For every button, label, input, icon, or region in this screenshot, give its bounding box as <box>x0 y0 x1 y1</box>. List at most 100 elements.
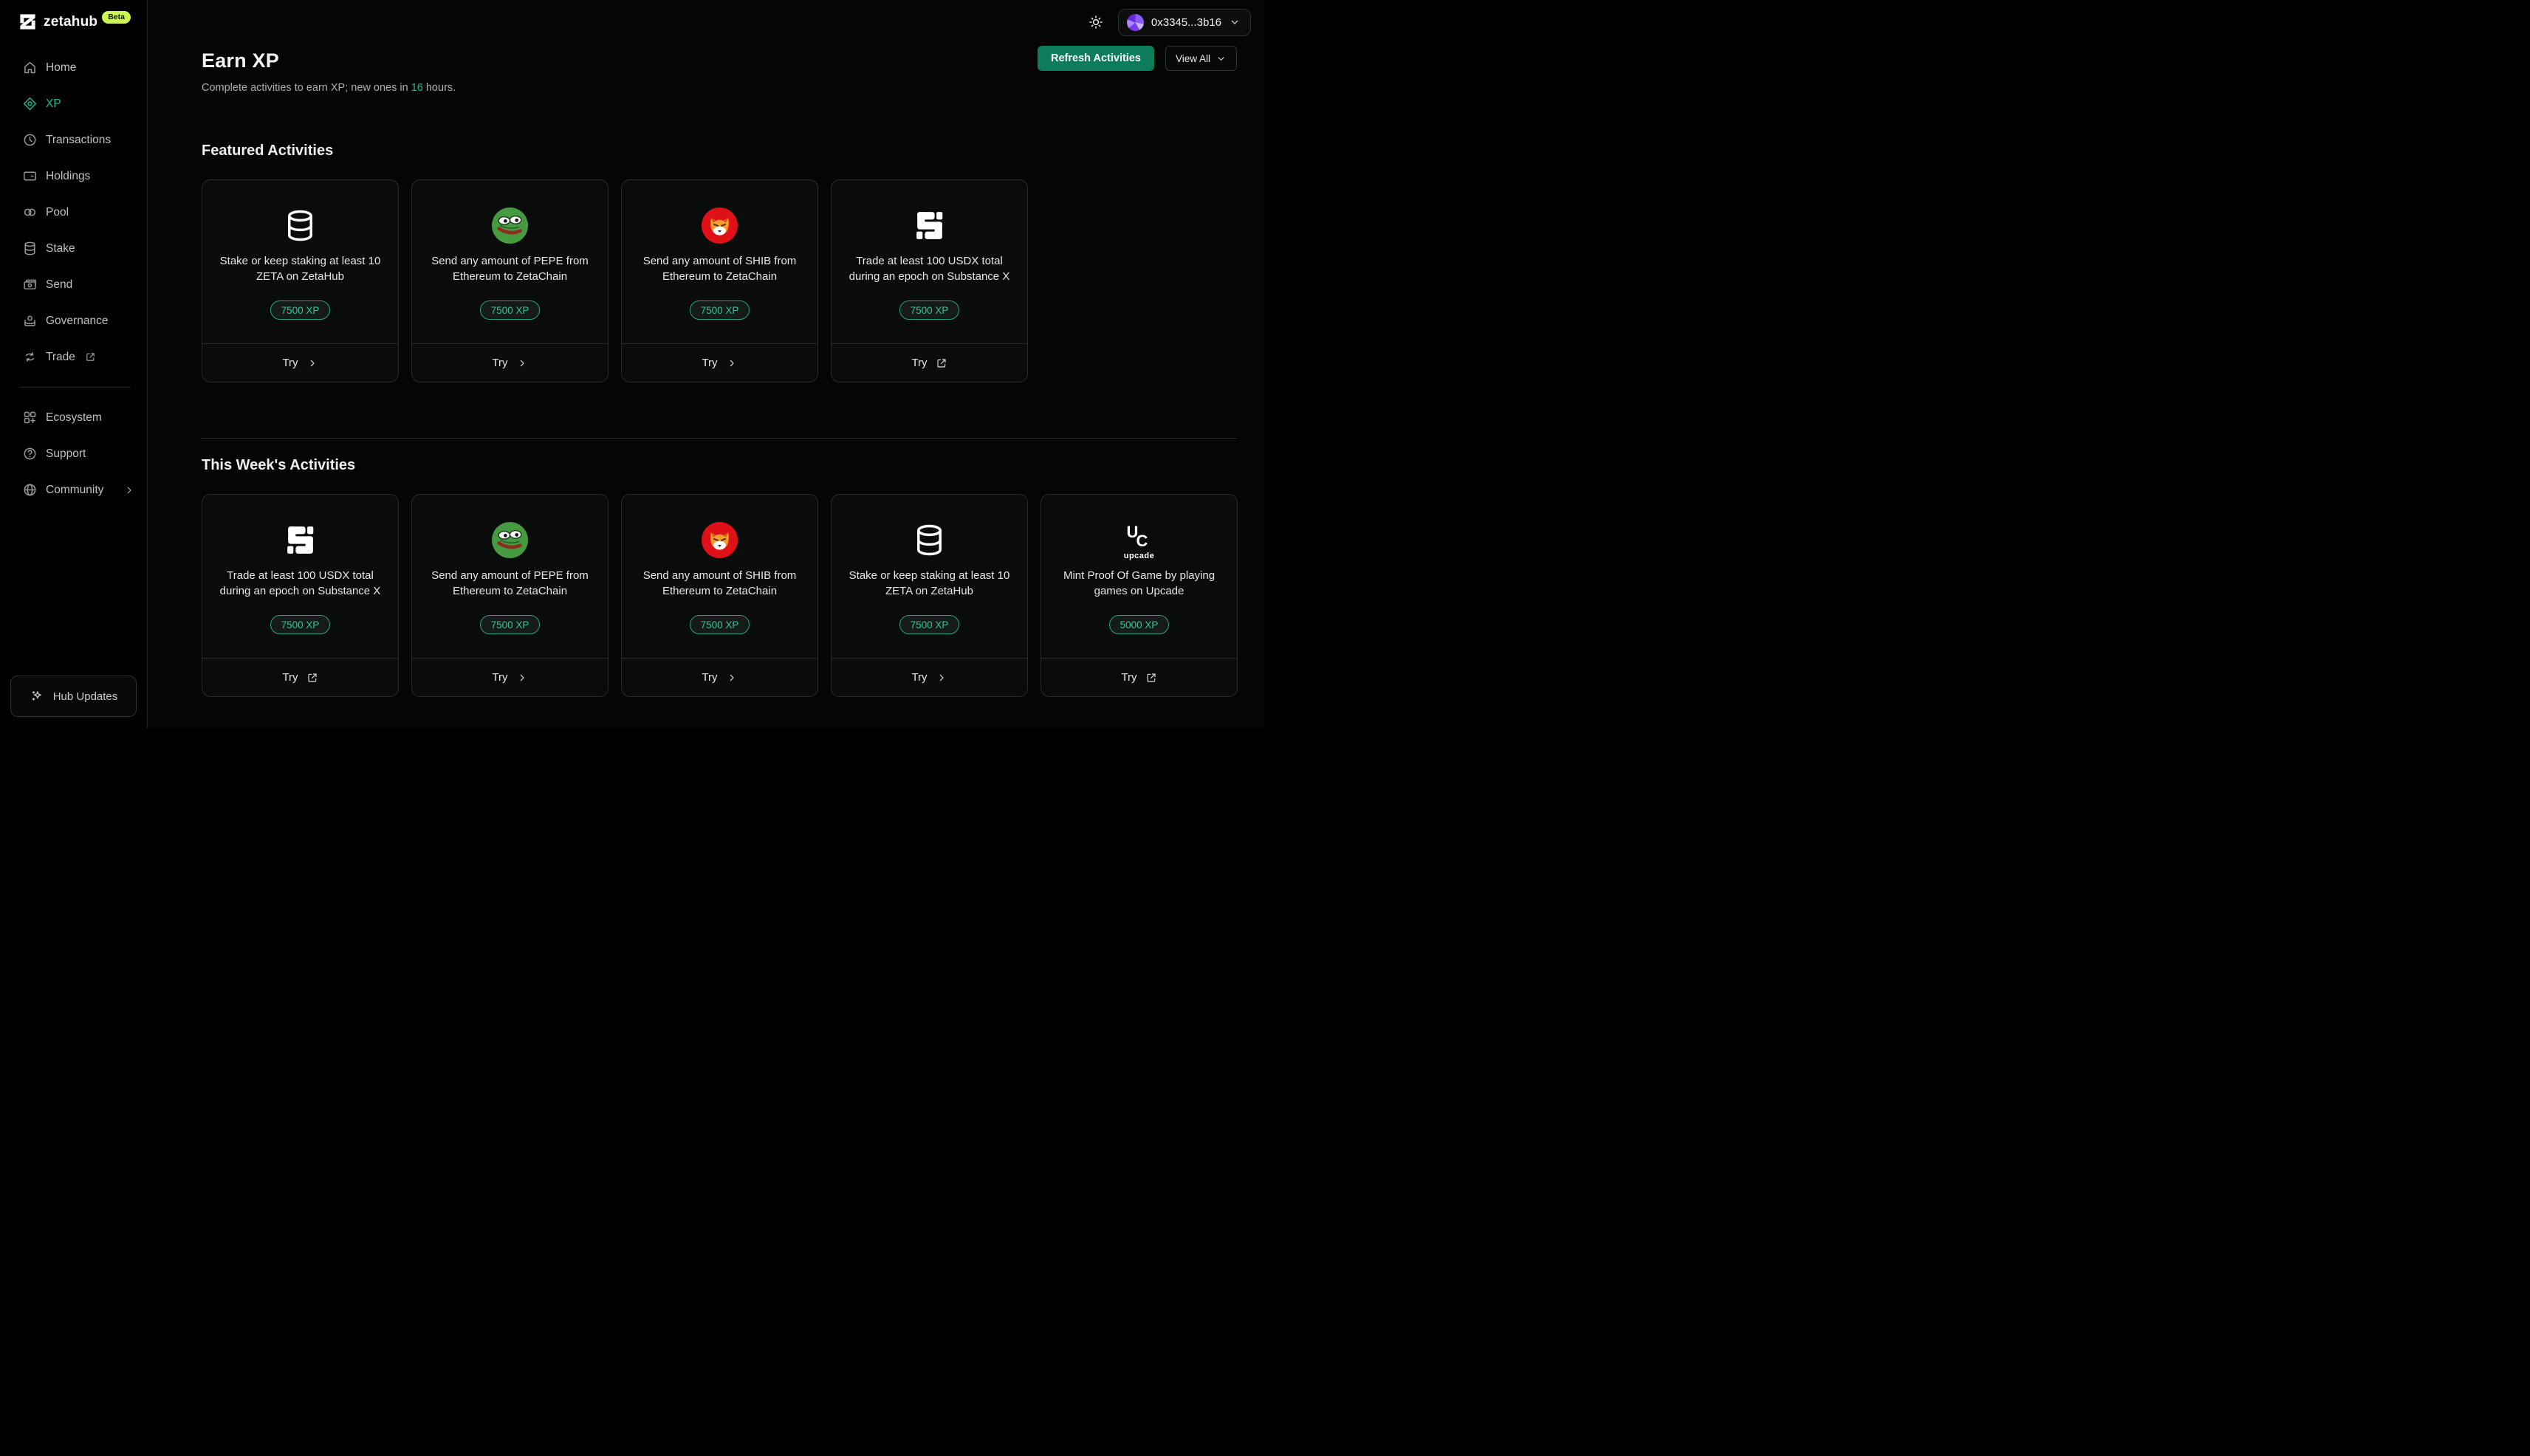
xp-diamond-icon <box>22 96 38 111</box>
sidebar-item-stake[interactable]: Stake <box>0 230 147 267</box>
xp-badge: 7500 XP <box>899 615 960 634</box>
try-label: Try <box>282 671 298 684</box>
try-label: Try <box>492 671 508 684</box>
try-button[interactable]: Try <box>412 658 608 696</box>
wallet-address: 0x3345...3b16 <box>1151 16 1221 29</box>
hub-updates-button[interactable]: Hub Updates <box>10 676 137 717</box>
try-button[interactable]: Try <box>202 343 398 382</box>
xp-badge: 7500 XP <box>689 615 750 634</box>
sidebar-item-governance[interactable]: Governance <box>0 303 147 339</box>
sidebar-item-label: Pool <box>46 205 69 219</box>
sidebar-item-label: Support <box>46 447 86 460</box>
xp-badge: 7500 XP <box>689 301 750 320</box>
try-label: Try <box>492 357 508 369</box>
chevron-right-icon <box>726 357 738 369</box>
subtitle-text: Complete activities to earn XP; new ones… <box>202 82 411 94</box>
sidebar-nav: Home XP Transactions Holdings Pool Stake <box>0 49 147 508</box>
activity-card-pepe: Send any amount of PEPE from Ethereum to… <box>411 179 608 382</box>
grid-plus-icon <box>22 410 38 425</box>
page-subtitle: Complete activities to earn XP; new ones… <box>202 82 456 94</box>
wallet-dropdown[interactable]: 0x3345...3b16 <box>1117 8 1251 36</box>
hub-updates-label: Hub Updates <box>52 690 118 703</box>
refresh-activities-button[interactable]: Refresh Activities <box>1038 46 1154 71</box>
sidebar-item-label: Send <box>46 278 73 291</box>
try-label: Try <box>702 671 718 684</box>
chevron-right-icon <box>306 357 318 369</box>
zetahub-app: zetahub Beta Home XP Transactions Holdin… <box>0 0 1265 728</box>
sidebar-item-send[interactable]: Send <box>0 267 147 303</box>
substance-x-icon <box>911 207 947 244</box>
sidebar-item-label: Community <box>46 483 104 496</box>
shib-token-icon <box>702 522 738 558</box>
shib-token-icon <box>702 207 738 244</box>
activity-title: Trade at least 100 USDX total during an … <box>219 569 381 597</box>
activity-title: Stake or keep staking at least 10 ZETA o… <box>219 255 381 283</box>
xp-badge: 7500 XP <box>899 301 960 320</box>
featured-activities-row: Stake or keep staking at least 10 ZETA o… <box>202 179 1237 382</box>
try-label: Try <box>911 671 928 684</box>
activity-title: Trade at least 100 USDX total during an … <box>849 255 1010 283</box>
try-label: Try <box>702 357 718 369</box>
wallet-avatar <box>1126 13 1144 31</box>
coin-stack-icon <box>282 207 318 244</box>
substance-x-icon <box>282 522 318 558</box>
activity-card-shib: Send any amount of SHIB from Ethereum to… <box>621 494 818 697</box>
try-label: Try <box>911 357 928 369</box>
external-link-icon <box>85 351 96 363</box>
sidebar-item-holdings[interactable]: Holdings <box>0 158 147 194</box>
sidebar-item-home[interactable]: Home <box>0 49 147 86</box>
chevron-right-icon <box>123 484 135 496</box>
activity-card-shib: Send any amount of SHIB from Ethereum to… <box>621 179 818 382</box>
brand-name: zetahub <box>44 13 98 30</box>
chevron-right-icon <box>726 672 738 684</box>
try-button[interactable]: Try <box>1041 658 1237 696</box>
sidebar-item-ecosystem[interactable]: Ecosystem <box>0 399 147 436</box>
try-button[interactable]: Try <box>832 343 1027 382</box>
sidebar-item-transactions[interactable]: Transactions <box>0 122 147 158</box>
activity-title: Send any amount of SHIB from Ethereum to… <box>642 255 797 283</box>
sidebar-item-xp[interactable]: XP <box>0 86 147 122</box>
activity-title: Stake or keep staking at least 10 ZETA o… <box>849 569 1010 597</box>
sidebar-item-trade[interactable]: Trade <box>0 339 147 375</box>
external-link-icon <box>1145 672 1157 684</box>
try-label: Try <box>282 357 298 369</box>
try-button[interactable]: Try <box>832 658 1027 696</box>
activity-title: Mint Proof Of Game by playing games on U… <box>1063 569 1216 597</box>
activity-title: Send any amount of PEPE from Ethereum to… <box>431 569 589 597</box>
coin-stack-icon <box>911 522 947 558</box>
beta-badge: Beta <box>102 11 131 24</box>
page-title: Earn XP <box>202 49 279 72</box>
zetahub-logo-icon <box>18 12 38 32</box>
activity-card-stake: Stake or keep staking at least 10 ZETA o… <box>831 494 1028 697</box>
sidebar-divider <box>20 387 131 388</box>
sidebar-item-support[interactable]: Support <box>0 436 147 472</box>
chevron-down-icon <box>1216 53 1227 64</box>
sidebar-item-community[interactable]: Community <box>0 472 147 508</box>
sidebar-item-label: Trade <box>46 350 75 363</box>
view-all-dropdown[interactable]: View All <box>1165 46 1237 71</box>
chevron-right-icon <box>936 672 947 684</box>
brand-logo[interactable]: zetahub Beta <box>0 0 147 39</box>
governance-icon <box>22 313 38 329</box>
sidebar-item-pool[interactable]: Pool <box>0 194 147 230</box>
theme-toggle-button[interactable] <box>1088 14 1104 30</box>
featured-activities-title: Featured Activities <box>202 142 334 159</box>
activity-card-upcade: UC upcade Mint Proof Of Game by playing … <box>1041 494 1238 697</box>
clock-icon <box>22 132 38 148</box>
sun-icon <box>1088 14 1104 30</box>
xp-badge: 7500 XP <box>479 615 541 634</box>
upcade-icon: UC upcade <box>1123 522 1155 560</box>
try-button[interactable]: Try <box>412 343 608 382</box>
try-button[interactable]: Try <box>202 658 398 696</box>
try-button[interactable]: Try <box>622 343 817 382</box>
banknote-icon <box>22 277 38 292</box>
activity-card-substancex: Trade at least 100 USDX total during an … <box>202 494 399 697</box>
external-link-icon <box>936 357 947 369</box>
xp-badge: 7500 XP <box>270 301 331 320</box>
topbar: 0x3345...3b16 <box>148 0 1265 44</box>
try-label: Try <box>1121 671 1137 684</box>
chevron-right-icon <box>516 357 528 369</box>
try-button[interactable]: Try <box>622 658 817 696</box>
sidebar: zetahub Beta Home XP Transactions Holdin… <box>0 0 148 728</box>
sidebar-item-label: Holdings <box>46 169 91 182</box>
